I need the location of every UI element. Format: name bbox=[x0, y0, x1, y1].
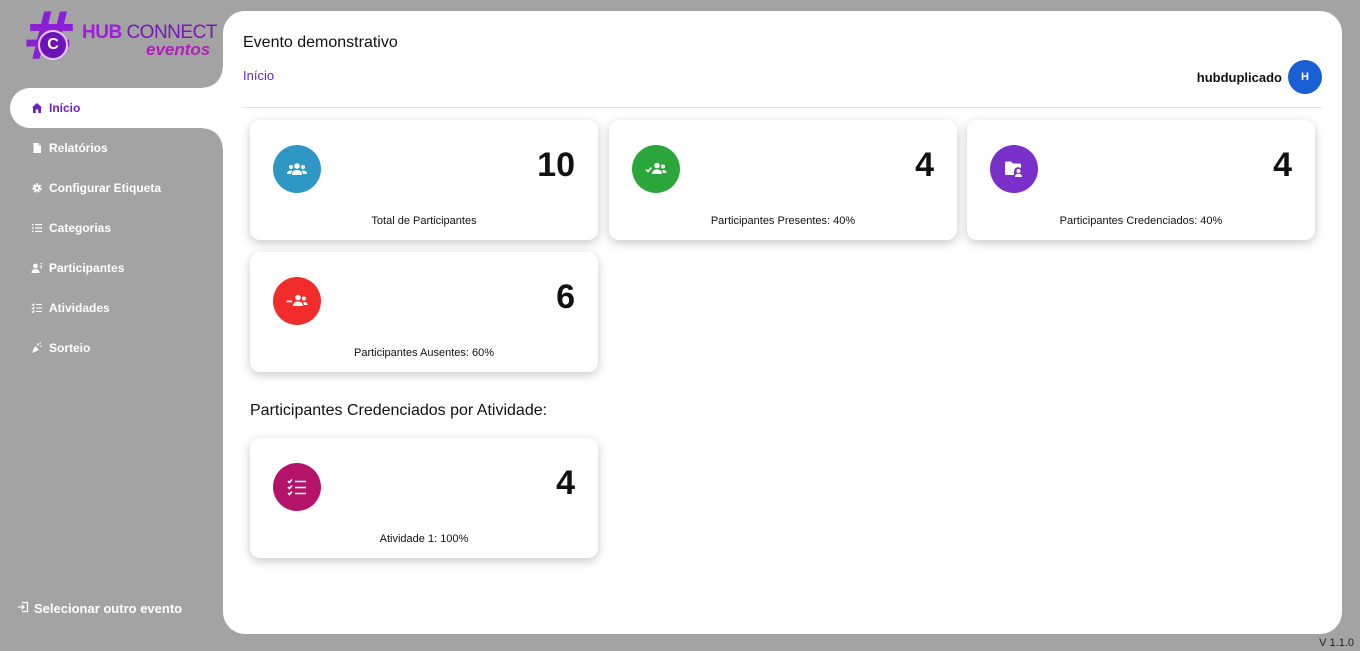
stat-value: 4 bbox=[915, 146, 934, 184]
sidebar-item-label: Configurar Etiqueta bbox=[49, 181, 162, 195]
stat-card-presentes: 4 Participantes Presentes: 40% bbox=[609, 120, 957, 240]
sidebar-item-inicio[interactable]: Início bbox=[10, 68, 223, 148]
user-menu[interactable]: hubduplicado H bbox=[1197, 60, 1322, 94]
stat-value: 10 bbox=[537, 146, 575, 184]
sidebar-item-label: Início bbox=[49, 101, 81, 115]
group-check-icon bbox=[632, 145, 680, 193]
sign-in-icon bbox=[17, 601, 29, 616]
gear-icon bbox=[31, 182, 43, 194]
sidebar-item-label: Relatórios bbox=[49, 141, 108, 155]
sidebar-item-participantes[interactable]: Participantes bbox=[0, 248, 223, 288]
logo-subtext: eventos bbox=[146, 40, 211, 59]
sidebar-item-configurar-etiqueta[interactable]: Configurar Etiqueta bbox=[0, 168, 223, 208]
home-icon bbox=[31, 102, 43, 114]
badge-folder-icon bbox=[990, 145, 1038, 193]
checklist-icon bbox=[273, 463, 321, 511]
sidebar-item-label: Sorteio bbox=[49, 341, 91, 355]
sidebar-item-label: Participantes bbox=[49, 261, 125, 275]
sidebar-item-relatorios[interactable]: Relatórios bbox=[0, 128, 223, 168]
stat-card-ausentes: 6 Participantes Ausentes: 60% bbox=[250, 252, 598, 372]
stat-label: Participantes Presentes: 40% bbox=[710, 215, 856, 227]
group-icon bbox=[273, 145, 321, 193]
sidebar-item-sorteio[interactable]: Sorteio bbox=[0, 328, 223, 368]
select-other-event-button[interactable]: Selecionar outro evento bbox=[17, 601, 182, 616]
checklist-icon bbox=[31, 302, 43, 314]
activity-card: 4 Atividade 1: 100% bbox=[250, 438, 598, 558]
main-panel: Evento demonstrativo Início hubduplicado… bbox=[223, 11, 1342, 634]
sidebar-item-label: Atividades bbox=[49, 301, 110, 315]
stat-card-total: 10 Total de Participantes bbox=[250, 120, 598, 240]
stat-card-credenciados: 4 Participantes Credenciados: 40% bbox=[967, 120, 1315, 240]
user-name: hubduplicado bbox=[1196, 69, 1282, 85]
app-version: V 1.1.0 bbox=[1319, 637, 1354, 649]
select-event-label: Selecionar outro evento bbox=[34, 601, 183, 616]
sidebar: # C HUB CONNECT eventos Início Relatório… bbox=[0, 0, 223, 651]
event-title: Evento demonstrativo bbox=[243, 34, 398, 51]
activity-label: Atividade 1: 100% bbox=[379, 533, 469, 545]
stat-label: Participantes Credenciados: 40% bbox=[1059, 215, 1223, 227]
avatar[interactable]: H bbox=[1288, 60, 1322, 94]
stat-value: 4 bbox=[1273, 146, 1292, 184]
sidebar-item-label: Categorias bbox=[49, 221, 112, 235]
group-minus-icon bbox=[273, 277, 321, 325]
header-divider bbox=[243, 107, 1322, 108]
stat-label: Participantes Ausentes: 60% bbox=[353, 347, 495, 359]
hub-connect-logo[interactable]: # C HUB CONNECT eventos bbox=[22, 4, 217, 76]
party-icon bbox=[31, 342, 43, 354]
activity-value: 4 bbox=[556, 464, 575, 502]
stat-value: 6 bbox=[556, 278, 575, 316]
list-icon bbox=[31, 222, 43, 234]
sidebar-item-atividades[interactable]: Atividades bbox=[0, 288, 223, 328]
activities-section-title: Participantes Credenciados por Atividade… bbox=[250, 402, 548, 419]
document-icon bbox=[31, 142, 43, 154]
stat-label: Total de Participantes bbox=[371, 215, 477, 227]
sidebar-nav: Início Relatórios Configurar Etiqueta Ca… bbox=[0, 68, 223, 368]
logo-badge-icon: C bbox=[38, 30, 68, 60]
user-icon bbox=[31, 262, 43, 274]
sidebar-item-categorias[interactable]: Categorias bbox=[0, 208, 223, 248]
breadcrumb-inicio[interactable]: Início bbox=[243, 68, 274, 83]
